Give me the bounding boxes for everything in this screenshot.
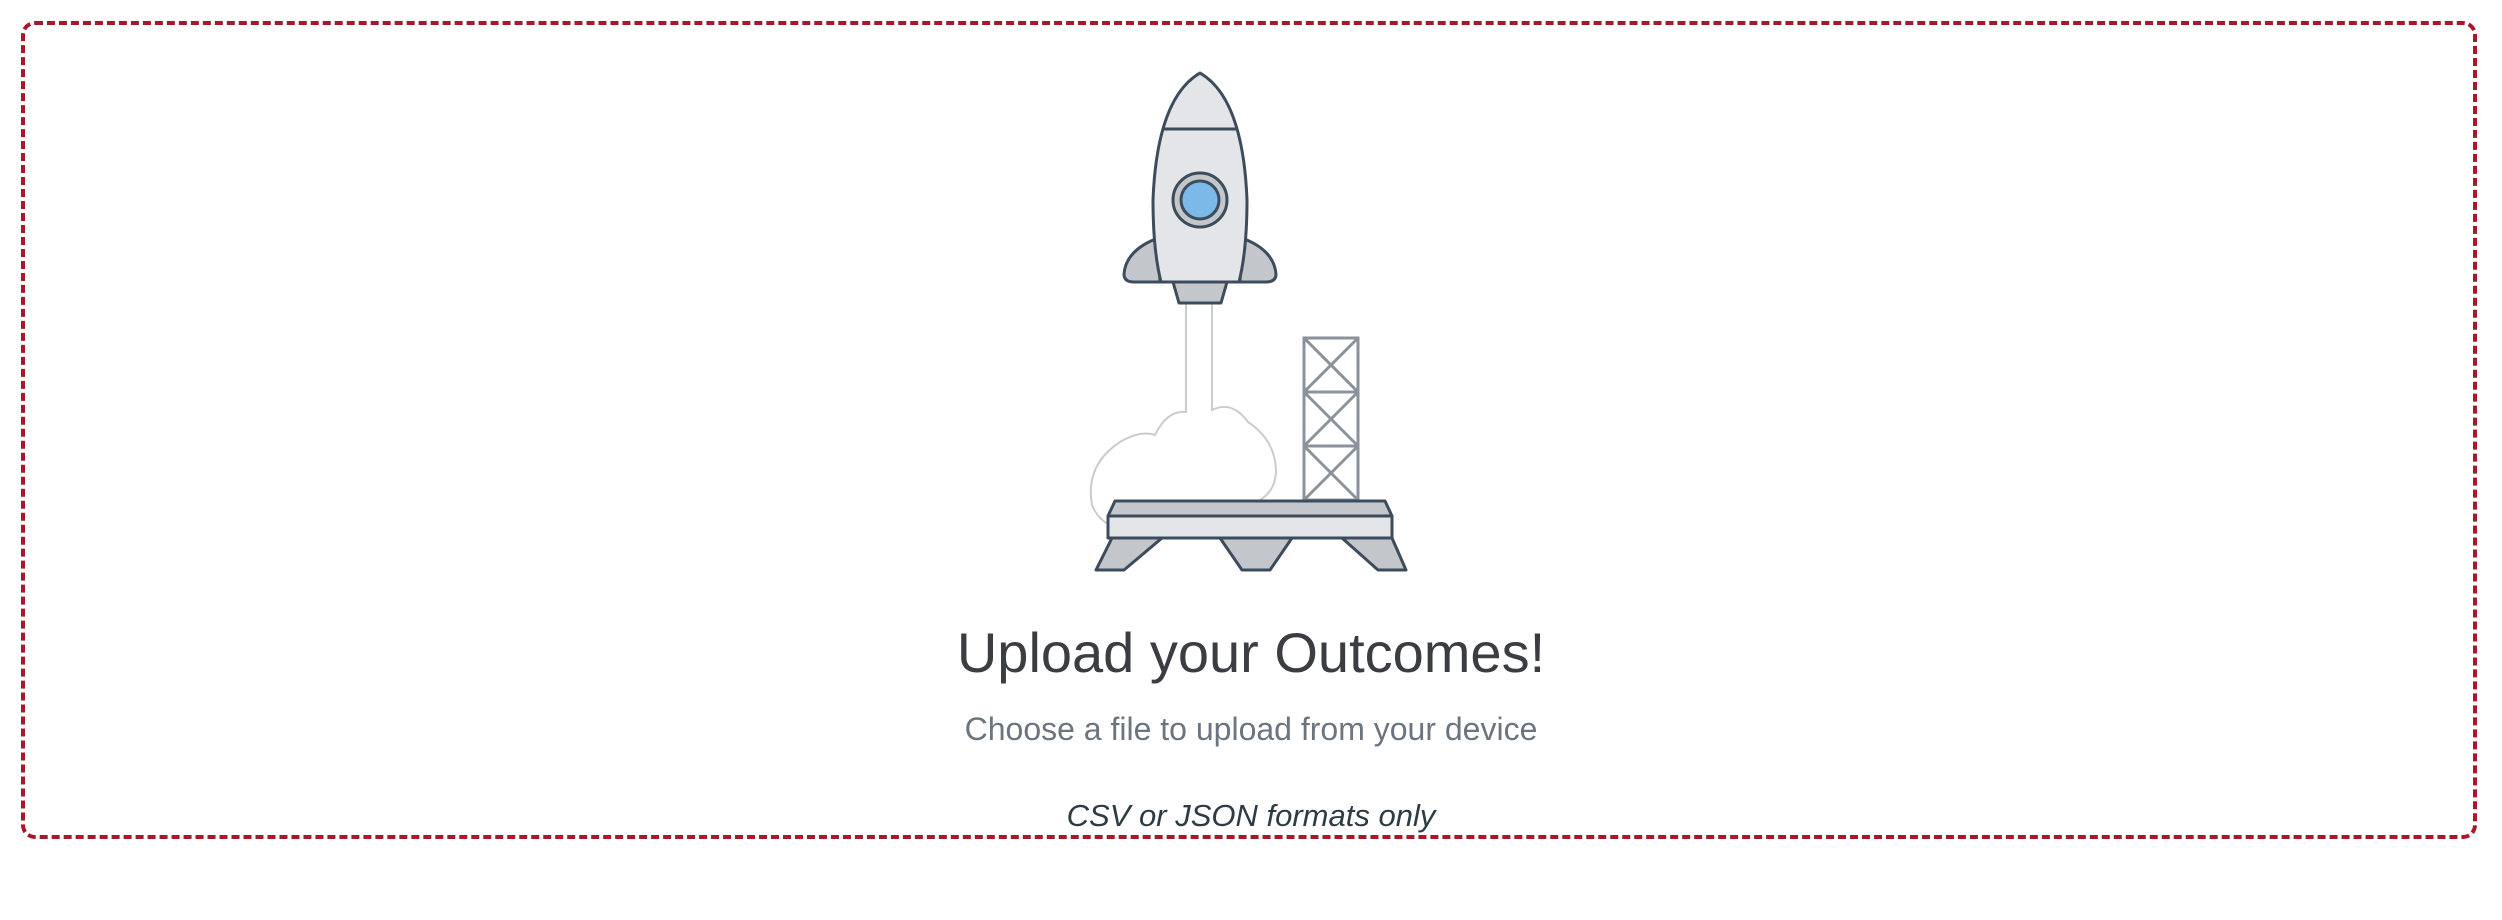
rocket-launch-icon [1089,71,1408,572]
rocket [1122,71,1278,305]
upload-title: Upload your Outcomes! [956,621,1546,684]
file-format-note: CSV or JSON formats only [1066,798,1436,833]
launch-tower [1302,336,1360,502]
upload-instructions: Choose a file to upload from your device [964,711,1538,747]
launch-platform [1094,499,1408,572]
smoke-trail [1089,304,1278,527]
